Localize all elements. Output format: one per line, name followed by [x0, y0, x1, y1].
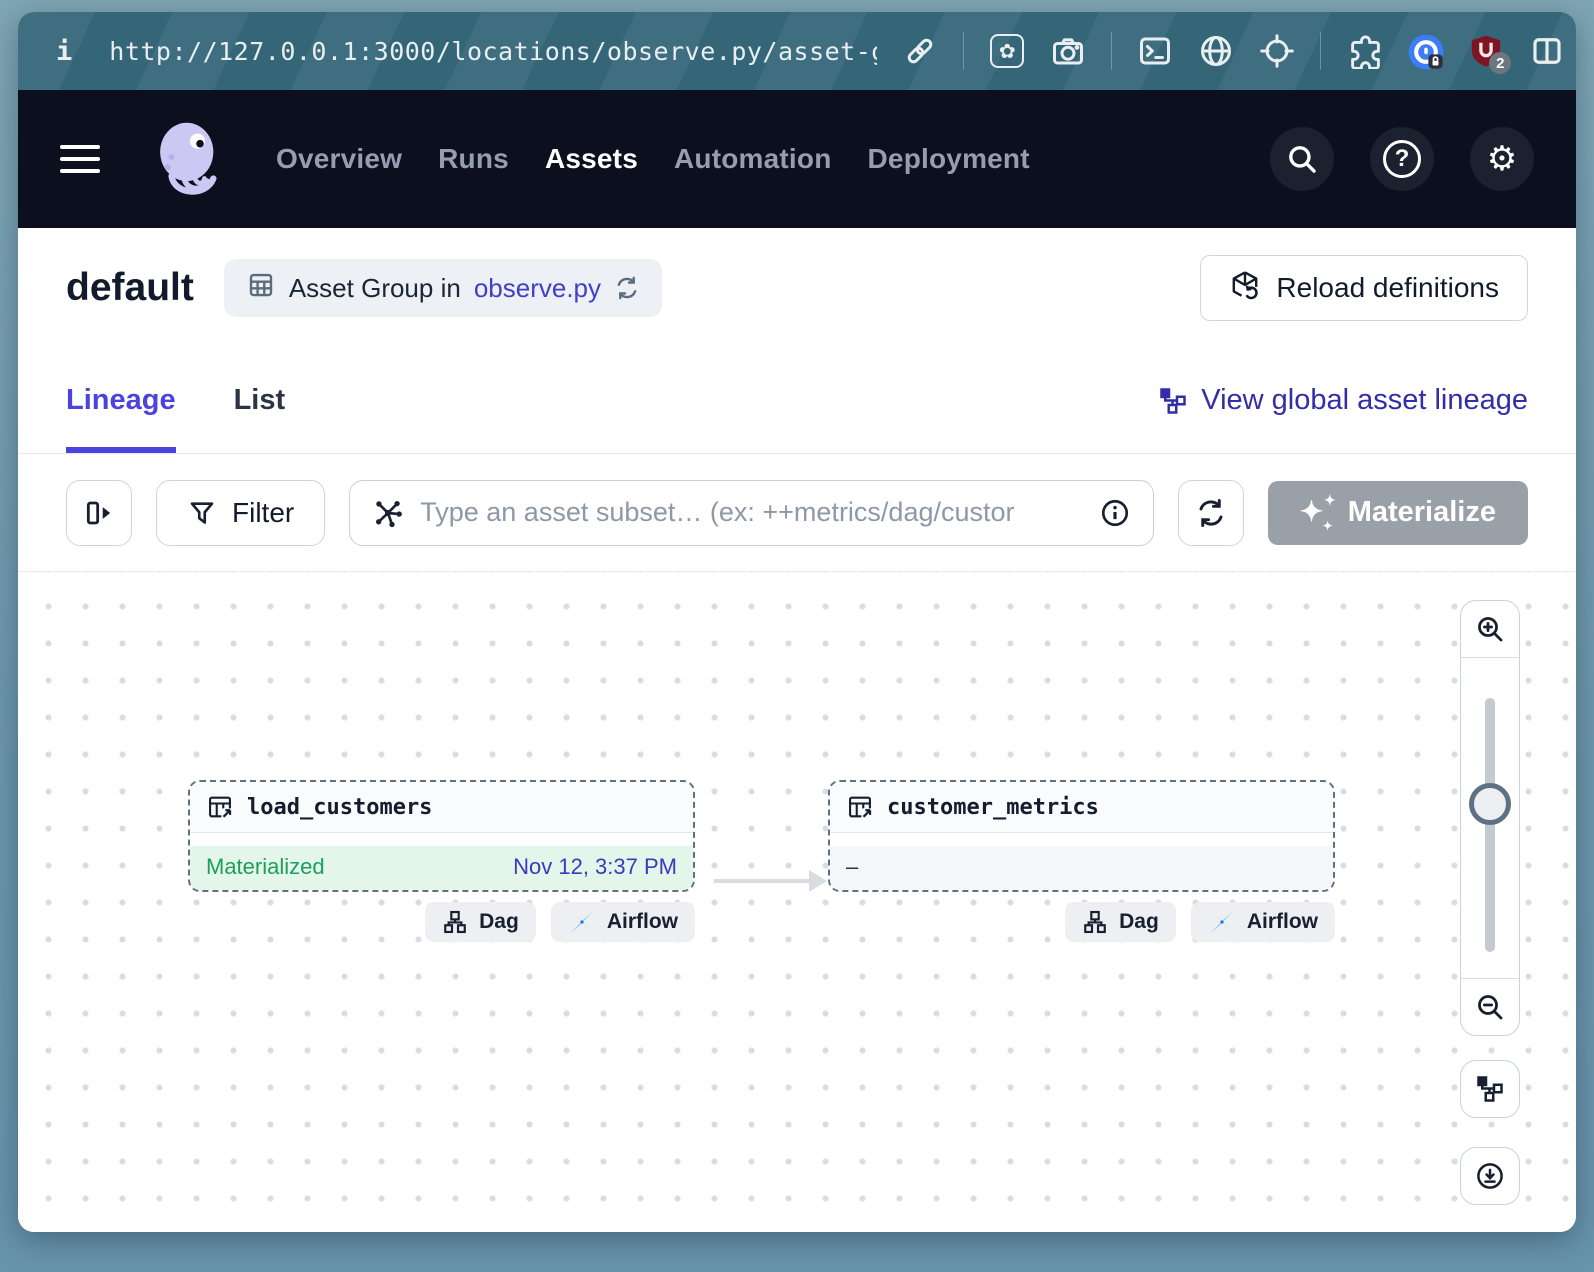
- sparkles-icon: ✦ ✦ ✦: [1300, 496, 1334, 530]
- refresh-icon: [1195, 497, 1227, 529]
- reload-definitions-label: Reload definitions: [1276, 272, 1499, 304]
- copy-link-icon[interactable]: [902, 33, 938, 69]
- menu-icon[interactable]: [60, 145, 100, 173]
- nav-item-assets[interactable]: Assets: [545, 143, 638, 175]
- lineage-graph-icon: [1475, 1074, 1505, 1104]
- zoom-out-button[interactable]: [1461, 978, 1519, 1035]
- tag-dag[interactable]: Dag: [425, 902, 536, 942]
- lineage-graph-icon: [1158, 386, 1188, 416]
- reload-definitions-button[interactable]: Reload definitions: [1200, 255, 1528, 321]
- dag-icon: [442, 909, 468, 935]
- zoom-in-button[interactable]: [1461, 601, 1519, 658]
- refresh-graph-button[interactable]: [1178, 480, 1244, 546]
- nav-item-overview[interactable]: Overview: [276, 143, 402, 175]
- filter-button[interactable]: Filter: [156, 480, 325, 546]
- asset-table-icon: [846, 793, 874, 821]
- nav-item-runs[interactable]: Runs: [438, 143, 509, 175]
- split-view-icon[interactable]: [1529, 33, 1565, 69]
- asset-group-badge: Asset Group in observe.py: [224, 259, 662, 317]
- page-header: default Asset Group in observe.py: [18, 228, 1576, 348]
- asset-node-customer-metrics[interactable]: customer_metrics –: [828, 780, 1335, 892]
- help-icon[interactable]: ?: [1370, 127, 1434, 191]
- extensions-puzzle-icon[interactable]: [1346, 33, 1382, 69]
- page-title: default: [66, 266, 194, 310]
- browser-window: i http://127.0.0.1:3000/locations/observ…: [18, 12, 1576, 1232]
- asset-name: customer_metrics: [887, 795, 1099, 820]
- globe-icon[interactable]: [1198, 33, 1234, 69]
- screenshot-gallery-icon[interactable]: ✿: [989, 33, 1025, 69]
- reload-cube-icon: [1229, 269, 1261, 308]
- tag-row: Dag Airflow: [828, 902, 1335, 942]
- badge-refresh-icon[interactable]: [614, 275, 640, 301]
- app-navbar: Overview Runs Assets Automation Deployme…: [18, 90, 1576, 228]
- asset-status-row: –: [830, 846, 1333, 890]
- asset-status-row: Materialized Nov 12, 3:37 PM: [190, 846, 693, 890]
- panel-expand-icon: [83, 497, 115, 529]
- terminal-icon[interactable]: [1137, 33, 1173, 69]
- tab-lineage[interactable]: Lineage: [66, 348, 176, 453]
- materialization-timestamp[interactable]: Nov 12, 3:37 PM: [513, 854, 677, 880]
- address-bar[interactable]: http://127.0.0.1:3000/locations/observe.…: [109, 37, 877, 66]
- lineage-edge: [714, 879, 810, 883]
- expand-panel-button[interactable]: [66, 480, 132, 546]
- shield-blocker-icon[interactable]: 2: [1468, 33, 1504, 69]
- dag-icon: [1082, 909, 1108, 935]
- asset-subset-input[interactable]: [420, 497, 1082, 528]
- status-label: Materialized: [206, 854, 325, 880]
- graph-toolbar: Filter: [18, 454, 1576, 572]
- funnel-icon: [187, 498, 217, 528]
- password-manager-icon[interactable]: [1407, 33, 1443, 69]
- lineage-canvas[interactable]: load_customers Materialized Nov 12, 3:37…: [18, 572, 1576, 1232]
- download-icon: [1474, 1160, 1506, 1192]
- fit-to-view-button[interactable]: [1460, 1060, 1520, 1118]
- zoom-slider[interactable]: [1461, 658, 1519, 978]
- tab-list[interactable]: List: [234, 348, 286, 453]
- page-info-icon[interactable]: i: [56, 36, 72, 67]
- airflow-icon: [1208, 908, 1236, 936]
- shield-badge: 2: [1489, 52, 1511, 74]
- tag-dag[interactable]: Dag: [1065, 902, 1176, 942]
- zoom-panel: [1460, 600, 1520, 1036]
- camera-icon[interactable]: [1050, 33, 1086, 69]
- toolbar-divider: [963, 32, 964, 70]
- view-global-lineage-link[interactable]: View global asset lineage: [1158, 384, 1528, 417]
- search-icon[interactable]: [1270, 127, 1334, 191]
- tag-row: Dag Airflow: [188, 902, 695, 942]
- download-image-button[interactable]: [1460, 1147, 1520, 1205]
- tag-airflow[interactable]: Airflow: [551, 902, 695, 942]
- airflow-icon: [568, 908, 596, 936]
- asset-group-file-link[interactable]: observe.py: [474, 273, 601, 304]
- settings-gear-icon[interactable]: ⚙: [1470, 127, 1534, 191]
- asset-subset-inputbox: [349, 480, 1153, 546]
- nav-item-automation[interactable]: Automation: [674, 143, 832, 175]
- browser-toolbar: i http://127.0.0.1:3000/locations/observ…: [18, 12, 1576, 90]
- selection-syntax-icon: [372, 497, 404, 529]
- tag-airflow[interactable]: Airflow: [1191, 902, 1335, 942]
- zoom-slider-track[interactable]: [1485, 698, 1495, 952]
- asset-table-icon: [206, 793, 234, 821]
- tabs-row: Lineage List View global asset lineage: [18, 348, 1576, 454]
- asset-group-label: Asset Group in: [289, 273, 461, 304]
- asset-name: load_customers: [247, 795, 432, 820]
- zoom-slider-knob[interactable]: [1469, 783, 1511, 825]
- dagster-logo: [136, 119, 240, 200]
- nav-item-deployment[interactable]: Deployment: [868, 143, 1030, 175]
- crosshair-icon[interactable]: [1259, 33, 1295, 69]
- status-label: –: [846, 854, 858, 880]
- asset-group-icon: [246, 270, 276, 307]
- asset-node-load-customers[interactable]: load_customers Materialized Nov 12, 3:37…: [188, 780, 695, 892]
- materialize-button[interactable]: ✦ ✦ ✦ Materialize: [1268, 481, 1528, 545]
- toolbar-divider: [1111, 32, 1112, 70]
- toolbar-divider: [1320, 32, 1321, 70]
- info-icon[interactable]: [1099, 497, 1131, 529]
